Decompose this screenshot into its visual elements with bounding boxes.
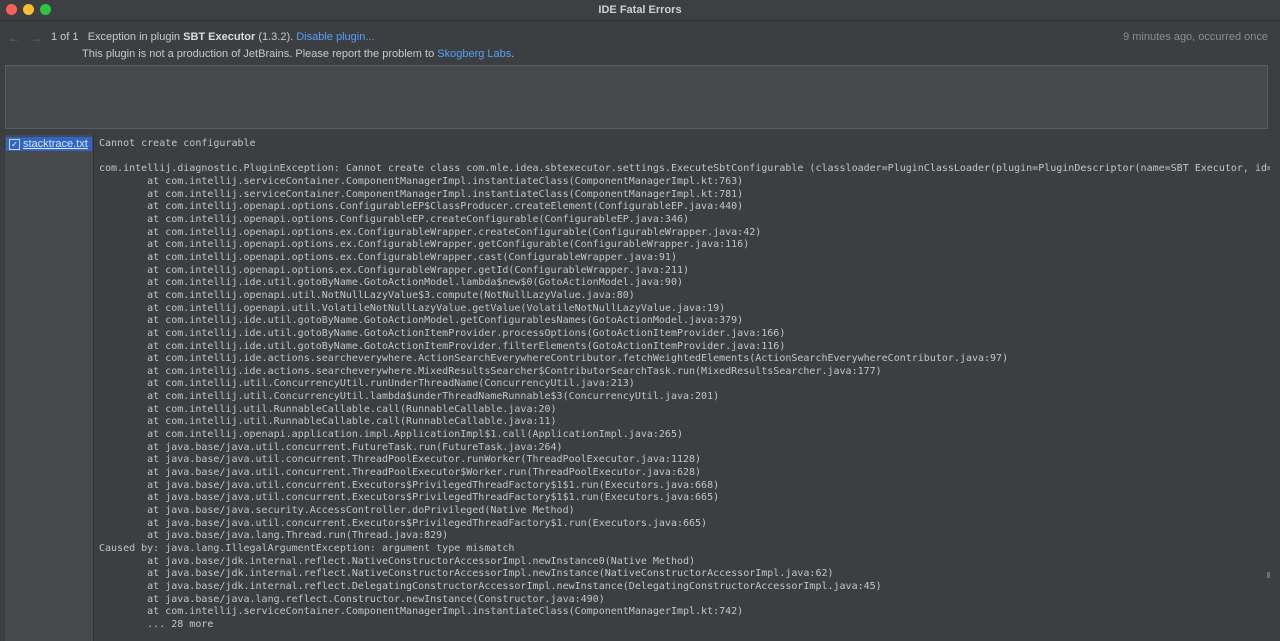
notice-text: This plugin is not a production of JetBr… — [82, 48, 435, 60]
disable-plugin-link[interactable]: Disable plugin... — [296, 31, 374, 43]
close-window-button[interactable] — [6, 4, 17, 15]
window-title: IDE Fatal Errors — [598, 4, 682, 16]
window-controls — [6, 4, 51, 15]
attachment-label: stacktrace.txt — [23, 138, 88, 150]
error-counter: 1 of 1 — [51, 31, 79, 43]
error-navigation: ← → — [8, 31, 42, 45]
attachment-checkbox[interactable]: ✓ — [9, 138, 20, 150]
plugin-notice: This plugin is not a production of JetBr… — [82, 48, 514, 60]
attachment-item-stacktrace[interactable]: ✓ stacktrace.txt — [6, 137, 92, 151]
error-summary: 1 of 1 Exception in plugin SBT Executor … — [51, 31, 375, 43]
next-error-icon[interactable]: → — [30, 31, 42, 45]
previous-error-icon[interactable]: ← — [8, 31, 20, 45]
plugin-name: SBT Executor — [183, 31, 256, 43]
comment-textarea[interactable] — [5, 65, 1268, 129]
exception-prefix: Exception in plugin — [87, 31, 181, 43]
occurrence-info: 9 minutes ago, occurred once — [1123, 31, 1268, 43]
window-titlebar: IDE Fatal Errors — [0, 0, 1280, 21]
plugin-version: (1.3.2). — [258, 31, 294, 43]
minimize-window-button[interactable] — [23, 4, 34, 15]
notice-end: . — [511, 48, 515, 60]
maximize-window-button[interactable] — [40, 4, 51, 15]
attachments-list: ✓ stacktrace.txt — [5, 135, 94, 641]
scrollbar-thumb[interactable] — [1267, 572, 1270, 578]
stacktrace-text: Cannot create configurable com.intellij.… — [99, 138, 1270, 630]
vendor-link[interactable]: Skogberg Labs — [437, 48, 511, 60]
error-header: ← → 1 of 1 Exception in plugin SBT Execu… — [0, 28, 1280, 64]
stacktrace-viewer[interactable]: Cannot create configurable com.intellij.… — [95, 135, 1270, 641]
